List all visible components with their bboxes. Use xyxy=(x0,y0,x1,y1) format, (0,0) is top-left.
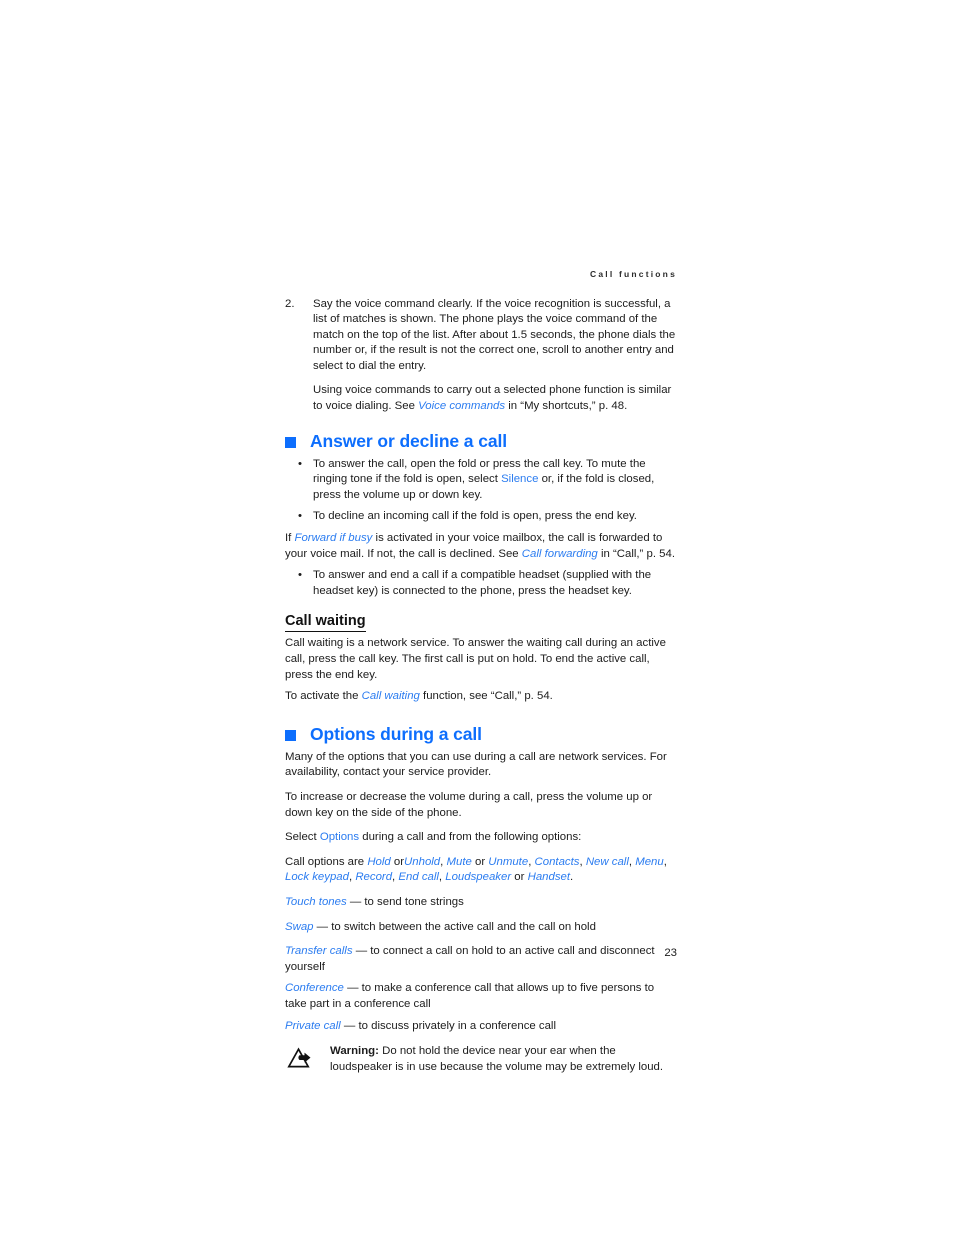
definition-conference: Conference — to make a conference call t… xyxy=(285,981,677,1012)
link-option-end-call[interactable]: End call xyxy=(398,871,439,883)
definition-text: to send tone strings xyxy=(364,895,464,908)
warning-text: Warning: Do not hold the device near you… xyxy=(330,1044,677,1075)
separator: , xyxy=(663,855,667,868)
bullet-text: To answer and end a call if a compatible… xyxy=(313,569,652,597)
subheading-wrapper: Call waiting xyxy=(285,599,677,636)
separator: or xyxy=(390,855,405,868)
options-paragraph-2: To increase or decrease the volume durin… xyxy=(285,790,653,819)
link-option-menu[interactable]: Menu xyxy=(635,856,664,868)
link-voice-commands[interactable]: Voice commands xyxy=(418,400,505,412)
definition-text: to switch between the active call and th… xyxy=(331,920,596,933)
link-option-mute[interactable]: Mute xyxy=(447,856,472,868)
para-tail: in “My shortcuts,” p. 48. xyxy=(505,400,628,413)
em-dash: — xyxy=(316,920,329,933)
voice-commands-paragraph: Using voice commands to carry out a sele… xyxy=(285,383,677,414)
para-lead: If xyxy=(285,532,295,545)
definition-private-call: Private call — to discuss privately in a… xyxy=(285,1019,677,1035)
link-silence[interactable]: Silence xyxy=(501,473,538,485)
bullet-item: • To answer the call, open the fold or p… xyxy=(285,457,677,504)
separator: or xyxy=(511,871,528,884)
forward-if-busy-paragraph: If Forward if busy is activated in your … xyxy=(285,531,677,562)
bullet-item: • To decline an incoming call if the fol… xyxy=(285,509,677,525)
bullet-text: To answer the call, open the fold or pre… xyxy=(313,457,677,504)
link-option-handset[interactable]: Handset xyxy=(528,871,570,883)
em-dash: — xyxy=(343,1019,356,1032)
options-paragraph-1: Many of the options that you can use dur… xyxy=(285,750,667,779)
bullet-text: To decline an incoming call if the fold … xyxy=(313,510,637,523)
options-paragraph-3: Select Options during a call and from th… xyxy=(285,830,677,846)
link-conference[interactable]: Conference xyxy=(285,982,344,994)
heading-text: Answer or decline a call xyxy=(310,430,507,451)
para-lead: To activate the xyxy=(285,690,362,703)
em-dash: — xyxy=(349,895,362,908)
call-waiting-paragraph-1: Call waiting is a network service. To an… xyxy=(285,637,666,681)
para-lead: Select xyxy=(285,831,320,844)
bullet-dot-icon: • xyxy=(298,510,302,523)
warning-body: Do not hold the device near your ear whe… xyxy=(330,1045,664,1073)
link-options[interactable]: Options xyxy=(320,831,359,843)
link-call-forwarding[interactable]: Call forwarding xyxy=(522,548,598,560)
heading-options-during-a-call: Options during a call xyxy=(285,724,677,744)
link-option-contacts[interactable]: Contacts xyxy=(535,856,580,868)
voice-commands-text: Using voice commands to carry out a sele… xyxy=(313,383,677,414)
subheading-call-waiting: Call waiting xyxy=(285,612,366,633)
link-swap[interactable]: Swap xyxy=(285,921,314,933)
list-item-text: Say the voice command clearly. If the vo… xyxy=(313,297,676,372)
numbered-list-item: 2. Say the voice command clearly. If the… xyxy=(285,297,677,375)
bullet-dot-icon: • xyxy=(298,457,302,470)
link-option-record[interactable]: Record xyxy=(355,871,392,883)
call-options-paragraph: Call options are Hold orUnhold, Mute or … xyxy=(285,855,677,886)
em-dash: — xyxy=(347,982,359,995)
link-option-loudspeaker[interactable]: Loudspeaker xyxy=(445,871,511,883)
link-private-call[interactable]: Private call xyxy=(285,1020,341,1032)
page-number: 23 xyxy=(664,947,677,959)
para-lead: Call options are xyxy=(285,855,368,868)
para-tail: function, see “Call,” p. 54. xyxy=(419,690,553,703)
link-option-new-call[interactable]: New call xyxy=(586,856,629,868)
link-forward-if-busy[interactable]: Forward if busy xyxy=(295,532,373,544)
blue-square-bullet-icon xyxy=(285,436,296,448)
warning-label: Warning: xyxy=(330,1045,379,1058)
running-header: Call functions xyxy=(590,269,677,279)
heading-answer-or-decline-a-call: Answer or decline a call xyxy=(285,431,677,451)
link-call-waiting[interactable]: Call waiting xyxy=(362,690,420,702)
warning-loudspeaker-triangle-icon xyxy=(286,1047,318,1071)
warning-block: Warning: Do not hold the device near you… xyxy=(285,1044,677,1075)
blue-square-bullet-icon xyxy=(285,729,296,741)
para-tail: during a call and from the following opt… xyxy=(359,831,582,844)
bullet-dot-icon: • xyxy=(298,569,302,582)
link-option-unmute[interactable]: Unmute xyxy=(488,856,528,868)
definition-swap: Swap — to switch between the active call… xyxy=(285,920,677,936)
link-option-hold[interactable]: Hold xyxy=(367,856,390,868)
para-tail: in “Call,” p. 54. xyxy=(597,547,676,560)
link-touch-tones[interactable]: Touch tones xyxy=(285,896,347,908)
link-option-unhold[interactable]: Unhold xyxy=(404,856,440,868)
heading-text: Options during a call xyxy=(310,723,482,744)
call-waiting-paragraph-2: To activate the Call waiting function, s… xyxy=(285,689,677,705)
link-option-lock-keypad[interactable]: Lock keypad xyxy=(285,871,349,883)
list-item-number: 2. xyxy=(285,297,295,310)
definition-touch-tones: Touch tones — to send tone strings xyxy=(285,895,677,911)
separator: . xyxy=(570,871,574,884)
separator: or xyxy=(471,855,489,868)
definition-text: to discuss privately in a conference cal… xyxy=(358,1019,556,1032)
bullet-item: • To answer and end a call if a compatib… xyxy=(285,568,677,599)
